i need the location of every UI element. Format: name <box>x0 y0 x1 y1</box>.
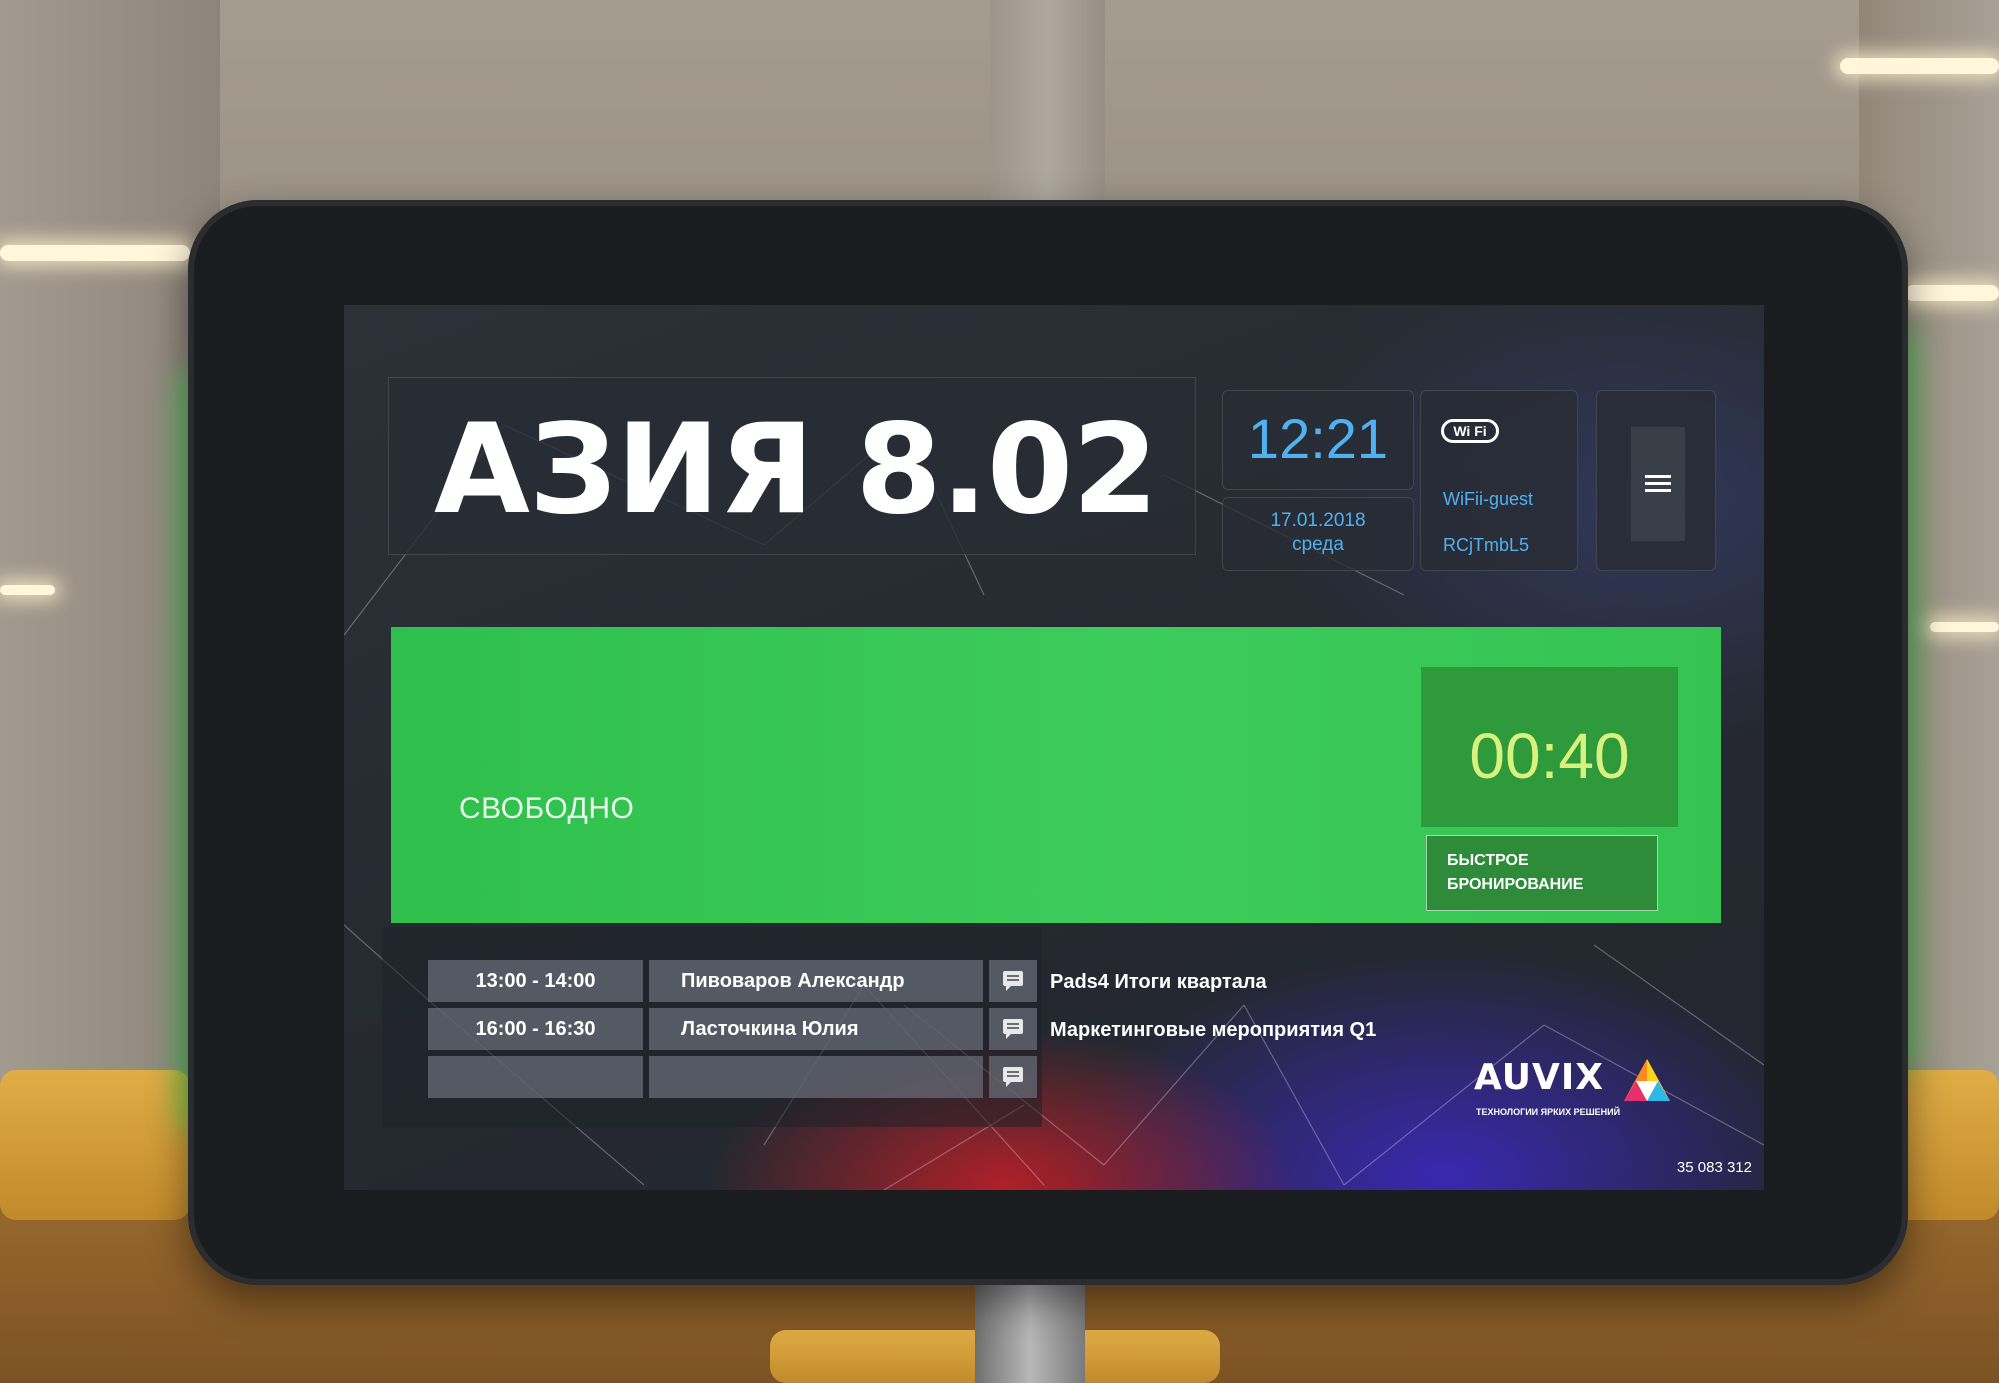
date-panel: 17.01.2018 среда <box>1222 497 1414 571</box>
current-date: 17.01.2018 <box>1270 510 1366 531</box>
tablet-stand <box>975 1280 1085 1383</box>
ceiling-light <box>0 245 190 261</box>
room-name: АЗИЯ 8.02 <box>434 398 1158 542</box>
ceiling-light <box>0 585 55 595</box>
meeting-time: 13:00 - 14:00 <box>428 960 643 1002</box>
current-time: 12:21 <box>1247 407 1389 470</box>
room-status-label: СВОБОДНО <box>459 792 635 825</box>
meeting-organizer: Ласточкина Юлия <box>649 1008 983 1050</box>
wifi-icon: Wi Fi <box>1441 419 1499 443</box>
schedule-row[interactable] <box>428 1056 1037 1098</box>
hamburger-menu-icon[interactable] <box>1645 475 1671 496</box>
glass-pillar <box>990 0 1105 220</box>
device-id: 35 083 312 <box>1676 1159 1752 1176</box>
meeting-topic: Pads4 Итоги квартала <box>1050 971 1267 993</box>
room-name-panel: АЗИЯ 8.02 <box>388 377 1196 555</box>
meeting-comment-button[interactable] <box>989 960 1037 1002</box>
room-booking-screen: АЗИЯ 8.02 12:21 17.01.2018 среда Wi Fi W… <box>344 305 1764 1190</box>
quick-booking-label-line1: БЫСТРОЕ <box>1447 852 1529 869</box>
brand-logo-block: AUVIX ТЕХНОЛОГИИ ЯРКИХ РЕШЕНИЙ <box>1474 1057 1670 1117</box>
menu-button-face[interactable] <box>1631 427 1685 541</box>
comment-icon <box>1003 1019 1023 1039</box>
chair <box>0 1070 190 1220</box>
meeting-organizer <box>649 1056 983 1098</box>
brand-tagline: ТЕХНОЛОГИИ ЯРКИХ РЕШЕНИЙ <box>1476 1107 1621 1117</box>
current-weekday: среда <box>1292 534 1344 555</box>
wifi-panel: Wi Fi WiFii-guest RCjTmbL5 <box>1420 390 1578 571</box>
ceiling-light <box>1930 622 1999 632</box>
free-time-timer: 00:40 <box>1421 667 1678 827</box>
room-status-band: СВОБОДНО 00:40 БЫСТРОЕ БРОНИРОВАНИЕ <box>391 627 1721 923</box>
meeting-organizer: Пивоваров Александр <box>649 960 983 1002</box>
quick-booking-label-line2: БРОНИРОВАНИЕ <box>1447 876 1584 893</box>
ceiling-light <box>1905 285 1999 301</box>
meeting-topic: Маркетинговые мероприятия Q1 <box>1050 1019 1377 1041</box>
menu-button[interactable] <box>1596 390 1716 571</box>
timer-value: 00:40 <box>1469 720 1630 792</box>
clock-panel: 12:21 <box>1222 390 1414 490</box>
ceiling-light <box>1840 58 1999 74</box>
meeting-comment-button[interactable] <box>989 1008 1037 1050</box>
comment-icon <box>1003 971 1023 991</box>
comment-icon <box>1003 1067 1023 1087</box>
quick-booking-button[interactable]: БЫСТРОЕ БРОНИРОВАНИЕ <box>1426 835 1658 911</box>
wifi-password: RCjTmbL5 <box>1443 535 1530 555</box>
schedule-row[interactable]: 13:00 - 14:00 Пивоваров Александр <box>428 960 1037 1002</box>
brand-triangle-icon <box>1624 1059 1670 1101</box>
meeting-time: 16:00 - 16:30 <box>428 1008 643 1050</box>
meeting-time <box>428 1056 643 1098</box>
schedule-row[interactable]: 16:00 - 16:30 Ласточкина Юлия <box>428 1008 1037 1050</box>
brand-name: AUVIX <box>1474 1057 1604 1098</box>
wifi-network-name: WiFii-guest <box>1443 489 1534 509</box>
meeting-comment-button[interactable] <box>989 1056 1037 1098</box>
